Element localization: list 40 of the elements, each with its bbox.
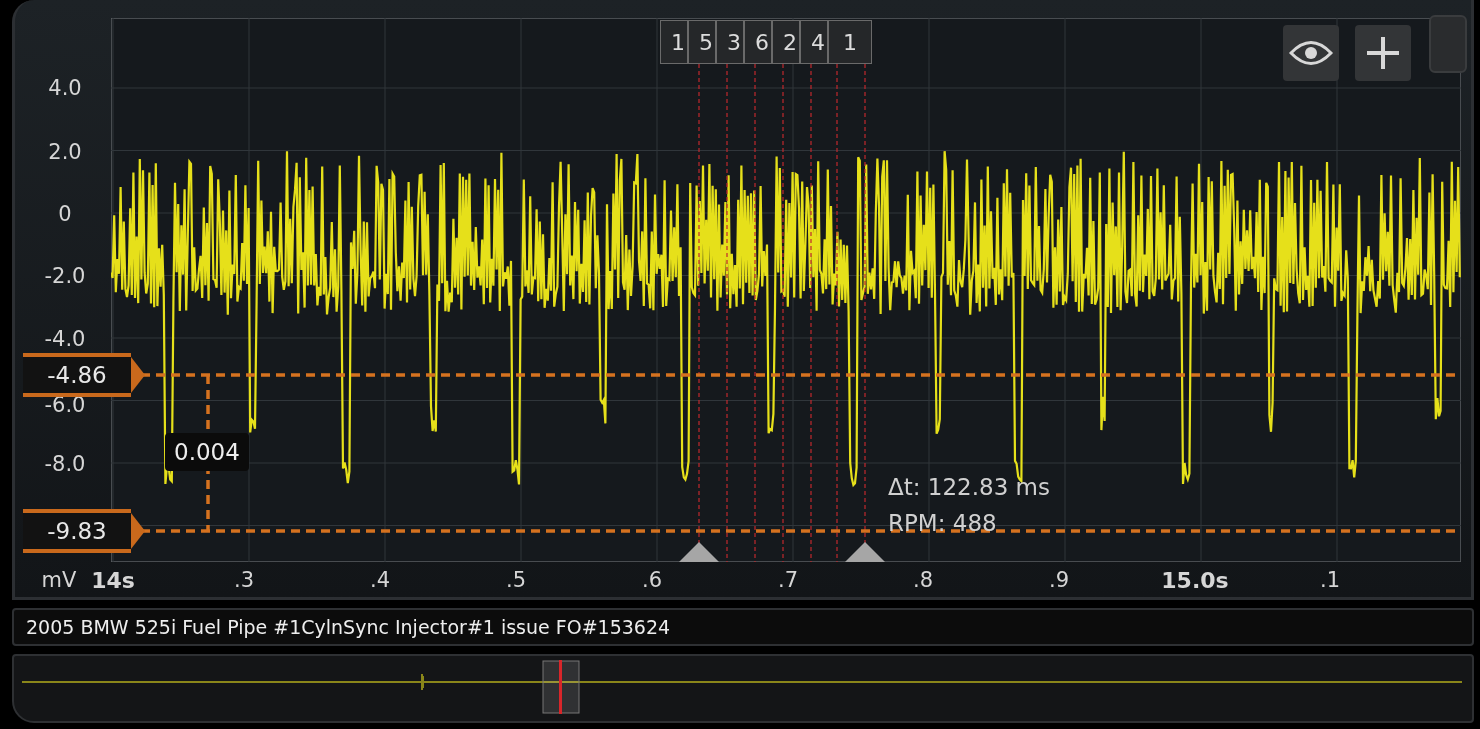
x-axis-label: .4 (370, 568, 390, 592)
y-axis-label: -4.0 (44, 327, 86, 351)
cylinder-marker[interactable]: 3 (716, 20, 744, 64)
x-axis-label: .7 (778, 568, 798, 592)
cursor-handle-icon[interactable] (679, 542, 719, 562)
measurement-text: Δt: 122.83 ms (888, 474, 1050, 500)
cursor-pointer-icon (131, 357, 145, 393)
eye-icon (1289, 40, 1333, 66)
x-axis-label: .8 (913, 568, 933, 592)
cursor-delta-value: 0.004 (165, 433, 249, 471)
add-button[interactable] (1355, 25, 1411, 81)
cylinder-marker[interactable]: 4 (800, 20, 828, 64)
cylinder-marker[interactable]: 5 (688, 20, 716, 64)
unit-label: mV (41, 568, 77, 592)
cylinder-marker[interactable]: 2 (772, 20, 800, 64)
y-axis-label: 0 (58, 202, 72, 226)
visibility-button[interactable] (1283, 25, 1339, 81)
cursor-value-tag[interactable]: -4.86 (23, 353, 131, 397)
recording-title: 2005 BMW 525i Fuel Pipe #1CylnSync Injector#1 issue FO#153624 (26, 616, 671, 638)
cylinder-marker[interactable]: 1 (828, 20, 872, 64)
x-axis-label: 14s (91, 567, 135, 593)
panel-handle[interactable] (1429, 15, 1467, 73)
y-axis-label: -2.0 (44, 264, 86, 288)
plus-icon (1366, 36, 1400, 70)
x-axis-label: .9 (1049, 568, 1069, 592)
cylinder-marker[interactable]: 6 (744, 20, 772, 64)
cursor-pointer-icon (131, 513, 145, 549)
x-axis-label: .1 (1320, 568, 1340, 592)
x-axis-label: .6 (642, 568, 662, 592)
cursor-handle-icon[interactable] (845, 542, 885, 562)
cursor-value-tag[interactable]: -9.83 (23, 509, 131, 553)
overview-viewport-handle[interactable] (542, 660, 580, 714)
overview-strip[interactable] (12, 654, 1474, 723)
x-axis-label: .3 (234, 568, 254, 592)
x-axis-label: 15.0s (1161, 567, 1229, 593)
cylinder-marker[interactable]: 1 (660, 20, 688, 64)
y-axis-label: 4.0 (48, 76, 82, 100)
y-axis-label: 2.0 (48, 140, 82, 164)
y-axis-label: -8.0 (44, 452, 86, 476)
x-axis-label: .5 (506, 568, 526, 592)
